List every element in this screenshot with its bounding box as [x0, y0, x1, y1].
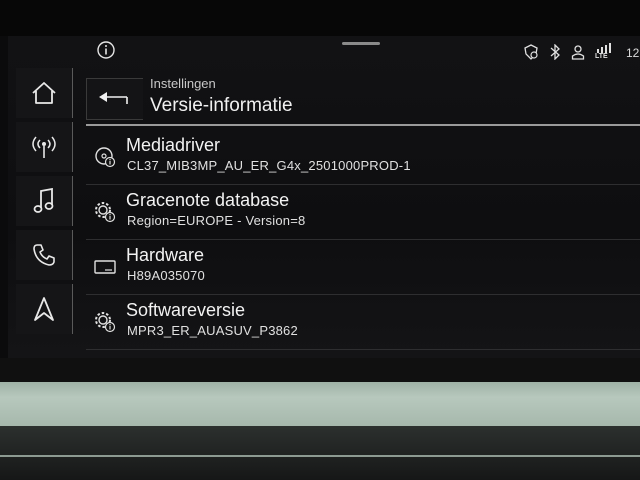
antenna-icon	[32, 136, 56, 158]
back-button[interactable]	[86, 78, 143, 120]
user-icon	[571, 45, 585, 60]
version-info-list: Mediadriver CL37_MIB3MP_AU_ER_G4x_250100…	[86, 132, 640, 352]
breadcrumb: Instellingen	[150, 76, 216, 91]
nav-media[interactable]	[16, 176, 73, 226]
dashboard-lower	[0, 426, 640, 480]
list-item-mediadriver[interactable]: Mediadriver CL37_MIB3MP_AU_ER_G4x_250100…	[86, 132, 640, 185]
clock: 12	[626, 46, 640, 60]
location-shield-icon	[524, 44, 538, 60]
page-title: Versie-informatie	[150, 95, 293, 116]
dashboard-trim	[0, 382, 640, 426]
navigation-arrow-icon	[34, 297, 54, 321]
page-header: Instellingen Versie-informatie	[86, 70, 640, 126]
row-value: CL37_MIB3MP_AU_ER_G4x_2501000PROD-1	[127, 158, 411, 173]
row-value: Region=EUROPE - Version=8	[127, 213, 306, 228]
list-item-hardware[interactable]: Hardware H89A035070	[86, 242, 640, 295]
hardware-unit-icon	[94, 260, 116, 274]
list-item-softwareversie[interactable]: Softwareversie MPR3_ER_AUASUV_P3862	[86, 297, 640, 350]
music-note-icon	[33, 188, 54, 213]
row-value: MPR3_ER_AUASUV_P3862	[127, 323, 298, 338]
infotainment-screen: LTE 12 Instellingen Versie-informatie Me…	[8, 36, 640, 358]
bluetooth-icon	[550, 44, 560, 60]
status-icons: LTE	[523, 43, 611, 61]
lte-signal-icon: LTE	[595, 43, 611, 61]
phone-icon	[33, 244, 55, 266]
status-bar: LTE 12	[8, 36, 640, 66]
info-icon[interactable]	[96, 40, 116, 60]
side-nav	[16, 68, 73, 338]
lte-label: LTE	[595, 53, 608, 60]
drawer-handle[interactable]	[342, 42, 380, 45]
lower-bezel	[0, 358, 640, 382]
gear-info-icon	[95, 202, 116, 223]
nav-navigation[interactable]	[16, 284, 73, 334]
list-item-gracenote[interactable]: Gracenote database Region=EUROPE - Versi…	[86, 187, 640, 240]
header-divider	[86, 124, 640, 126]
dashboard-trim-line	[0, 455, 640, 457]
row-title: Gracenote database	[126, 190, 290, 210]
nav-radio[interactable]	[16, 122, 73, 172]
top-bezel	[0, 0, 640, 36]
media-disc-info-icon	[95, 147, 116, 168]
row-title: Softwareversie	[126, 300, 246, 320]
row-title: Mediadriver	[126, 135, 221, 155]
gear-info-icon	[95, 312, 116, 333]
row-value: H89A035070	[127, 268, 205, 283]
back-arrow-icon	[99, 92, 128, 104]
nav-phone[interactable]	[16, 230, 73, 280]
row-title: Hardware	[126, 245, 205, 265]
home-icon	[32, 82, 56, 104]
nav-home[interactable]	[16, 68, 73, 118]
